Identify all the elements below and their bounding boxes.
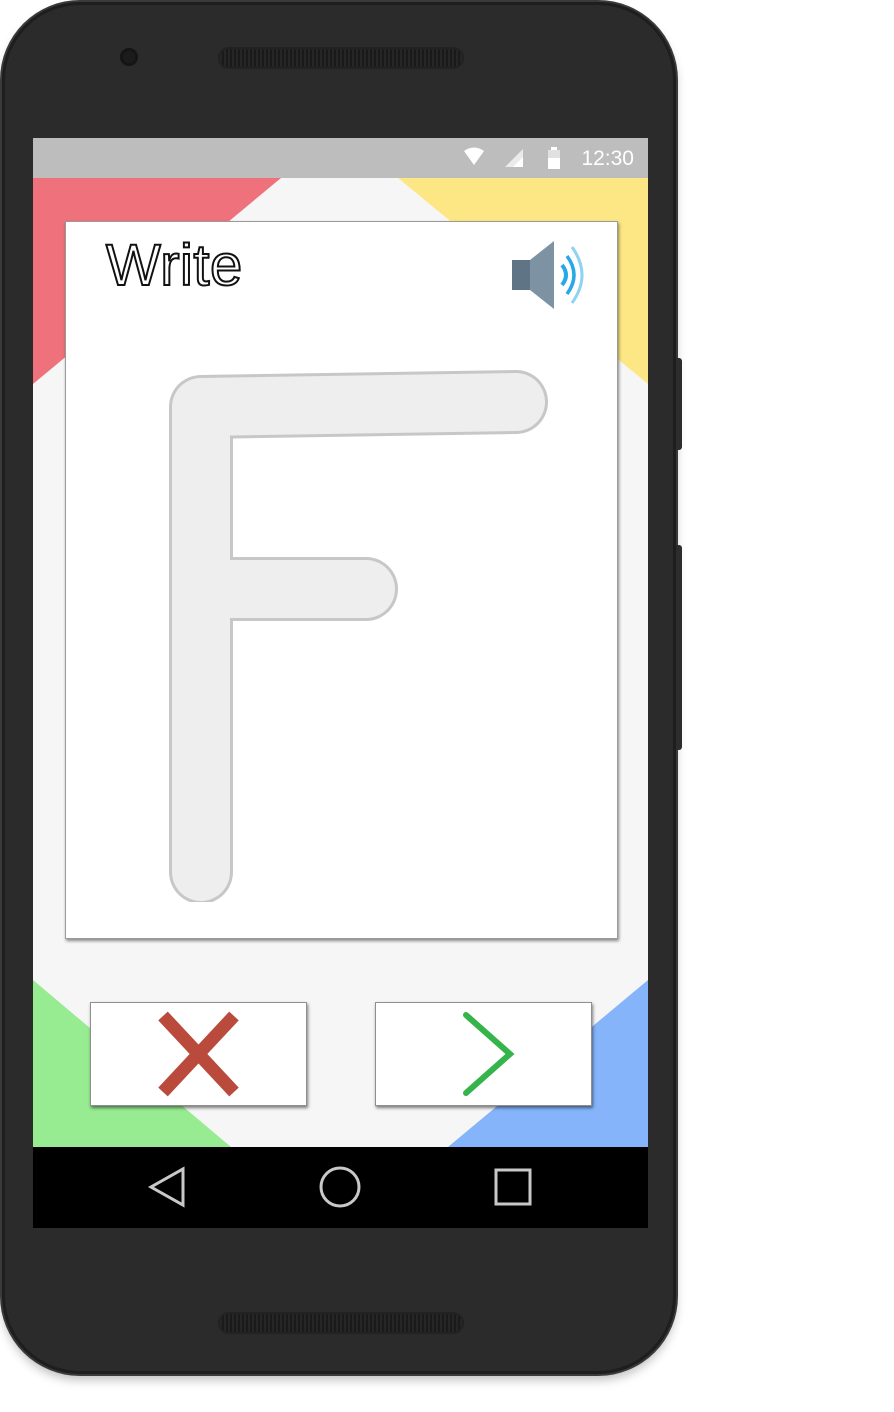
writing-card[interactable]: Write F bbox=[65, 221, 618, 939]
next-button[interactable] bbox=[375, 1002, 592, 1106]
wrong-button[interactable] bbox=[90, 1002, 307, 1106]
triangle-back-icon[interactable] bbox=[145, 1165, 189, 1209]
letter-f-trace-guide[interactable]: F bbox=[161, 362, 561, 902]
circle-home-icon[interactable] bbox=[318, 1165, 362, 1209]
power-button[interactable] bbox=[676, 358, 682, 450]
card-title: Write bbox=[105, 232, 243, 299]
red-x-icon bbox=[158, 1011, 239, 1097]
status-time: 12:30 bbox=[581, 147, 634, 170]
green-chevron-right-icon bbox=[463, 1012, 515, 1096]
speaker-volume-icon bbox=[512, 241, 584, 309]
battery-icon bbox=[548, 147, 560, 169]
sound-button[interactable] bbox=[512, 238, 594, 312]
top-speaker-grille bbox=[218, 47, 464, 69]
square-recents-icon[interactable] bbox=[491, 1165, 535, 1209]
bottom-speaker-grille bbox=[218, 1312, 464, 1334]
phone-frame: 12:30 Write F bbox=[2, 2, 676, 1374]
cell-signal-icon bbox=[505, 149, 523, 167]
status-bar: 12:30 bbox=[33, 138, 648, 178]
navigation-bar bbox=[33, 1147, 648, 1228]
wifi-icon bbox=[464, 147, 484, 165]
volume-rocker[interactable] bbox=[676, 545, 682, 750]
front-camera bbox=[120, 48, 138, 66]
screen: 12:30 Write F bbox=[33, 138, 648, 1228]
